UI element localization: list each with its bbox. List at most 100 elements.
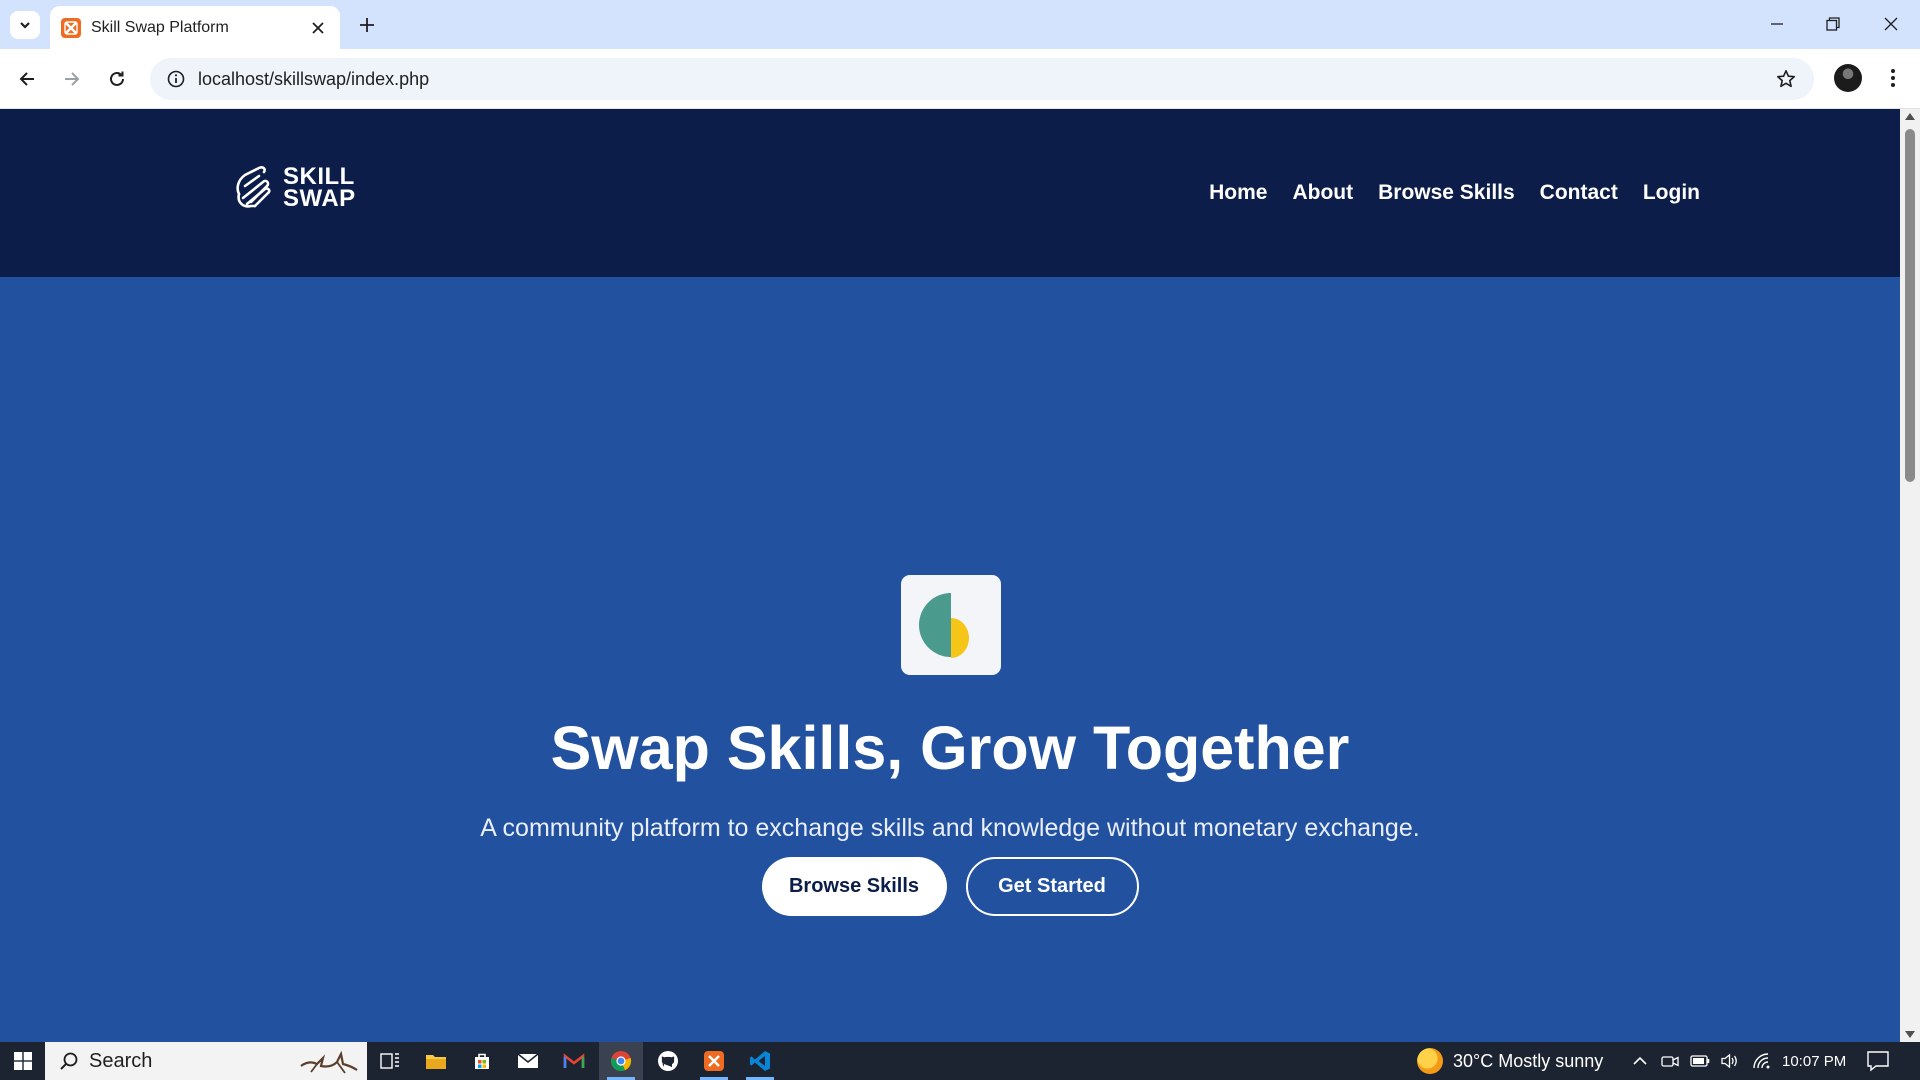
tab-search-button[interactable] bbox=[10, 11, 40, 39]
logo-line-2: SWAP bbox=[283, 185, 356, 212]
browser-toolbar: localhost/skillswap/index.php bbox=[0, 49, 1920, 109]
chevron-down-icon bbox=[20, 22, 30, 29]
scroll-down-arrow-icon[interactable] bbox=[1905, 1031, 1915, 1038]
nav-link-about[interactable]: About bbox=[1292, 181, 1353, 205]
logo-wordmark: SKILL SWAP bbox=[283, 165, 356, 212]
search-highlight-birds-icon bbox=[300, 1050, 358, 1074]
restore-button[interactable] bbox=[1810, 6, 1856, 42]
close-icon bbox=[312, 21, 324, 34]
weather-widget[interactable]: 30°C Mostly sunny bbox=[1417, 1042, 1603, 1080]
browser-tab-strip: Skill Swap Platform bbox=[0, 0, 1920, 49]
start-button[interactable] bbox=[0, 1042, 45, 1080]
hero-icon-right-half bbox=[951, 618, 969, 658]
minimize-button[interactable] bbox=[1754, 6, 1800, 42]
xampp-button[interactable] bbox=[692, 1042, 736, 1080]
screen: Skill Swap Platform localhost/skillswap/… bbox=[0, 0, 1920, 1080]
vscode-icon bbox=[750, 1051, 770, 1071]
plus-icon bbox=[360, 18, 374, 32]
windows-taskbar: Search 30°C Mostly sunny 10:07 PM bbox=[0, 1042, 1920, 1080]
chrome-button[interactable] bbox=[599, 1042, 643, 1080]
page-viewport: SKILL SWAP Home About Browse Skills Cont… bbox=[0, 109, 1900, 1042]
hero-cta-row: Browse Skills Get Started bbox=[0, 857, 1900, 916]
info-icon bbox=[167, 70, 185, 88]
minimize-icon bbox=[1771, 23, 1783, 25]
chrome-icon bbox=[611, 1051, 632, 1072]
volume-button[interactable] bbox=[1720, 1051, 1740, 1071]
tray-overflow-button[interactable] bbox=[1630, 1051, 1650, 1071]
site-header: SKILL SWAP Home About Browse Skills Cont… bbox=[0, 109, 1900, 277]
bookmark-button[interactable] bbox=[1766, 58, 1806, 100]
star-icon bbox=[1777, 70, 1795, 88]
site-info-button[interactable] bbox=[154, 58, 198, 100]
new-tab-button[interactable] bbox=[353, 11, 381, 39]
address-bar[interactable]: localhost/skillswap/index.php bbox=[150, 58, 1814, 100]
tab-title: Skill Swap Platform bbox=[91, 18, 229, 36]
chevron-up-icon bbox=[1633, 1056, 1647, 1065]
notification-icon bbox=[1867, 1051, 1889, 1072]
nav-link-login[interactable]: Login bbox=[1643, 181, 1700, 205]
skill-swap-icon bbox=[919, 593, 969, 658]
vscode-button[interactable] bbox=[738, 1042, 782, 1080]
mail-button[interactable] bbox=[506, 1042, 550, 1080]
hero-icon-left-half bbox=[919, 593, 951, 657]
arrow-right-icon bbox=[65, 72, 80, 86]
close-window-button[interactable] bbox=[1868, 6, 1914, 42]
xampp-favicon-icon bbox=[61, 17, 81, 38]
more-vertical-icon bbox=[1891, 69, 1895, 87]
clock-time: 10:07 PM bbox=[1782, 1052, 1847, 1070]
store-icon bbox=[475, 1053, 489, 1069]
github-icon bbox=[658, 1051, 678, 1071]
taskbar-search-box[interactable]: Search bbox=[45, 1042, 367, 1080]
tab-close-button[interactable] bbox=[306, 16, 330, 40]
restore-icon bbox=[1826, 17, 1840, 31]
xampp-icon bbox=[704, 1051, 724, 1071]
reload-icon bbox=[110, 71, 124, 86]
scrollbar-thumb[interactable] bbox=[1905, 129, 1915, 482]
reload-button[interactable] bbox=[100, 62, 134, 96]
nav-link-home[interactable]: Home bbox=[1209, 181, 1267, 205]
battery-button[interactable] bbox=[1690, 1051, 1710, 1071]
close-icon bbox=[1884, 17, 1898, 31]
browse-skills-button[interactable]: Browse Skills bbox=[761, 857, 947, 916]
hero-subtitle: A community platform to exchange skills … bbox=[480, 814, 1420, 842]
camera-icon bbox=[1661, 1056, 1679, 1067]
taskbar-clock[interactable]: 10:07 PM bbox=[1782, 1042, 1846, 1080]
file-explorer-icon bbox=[426, 1055, 446, 1069]
network-button[interactable] bbox=[1752, 1051, 1772, 1071]
get-started-button[interactable]: Get Started bbox=[965, 857, 1139, 916]
hero-icon-card bbox=[901, 575, 1001, 675]
forward-button[interactable] bbox=[55, 62, 89, 96]
page-scrollbar[interactable] bbox=[1900, 109, 1920, 1042]
hero-title: Swap Skills, Grow Together bbox=[550, 714, 1350, 782]
speaker-icon bbox=[1721, 1053, 1737, 1069]
notification-center-button[interactable] bbox=[1866, 1050, 1890, 1072]
browser-menu-button[interactable] bbox=[1880, 63, 1906, 93]
task-view-icon bbox=[380, 1053, 399, 1069]
store-button[interactable] bbox=[460, 1042, 504, 1080]
sunny-weather-icon bbox=[1417, 1048, 1443, 1074]
arrow-left-icon bbox=[19, 72, 34, 86]
weather-text: 30°C Mostly sunny bbox=[1453, 1050, 1604, 1071]
back-button[interactable] bbox=[10, 62, 44, 96]
gmail-button[interactable] bbox=[552, 1042, 596, 1080]
battery-icon bbox=[1690, 1055, 1710, 1067]
gmail-icon bbox=[563, 1053, 585, 1068]
browser-tab[interactable]: Skill Swap Platform bbox=[50, 6, 340, 49]
nav-link-browse-skills[interactable]: Browse Skills bbox=[1378, 181, 1515, 205]
url-text: localhost/skillswap/index.php bbox=[198, 68, 430, 89]
mail-icon bbox=[517, 1053, 539, 1068]
windows-logo-icon bbox=[13, 1052, 32, 1070]
profile-avatar[interactable] bbox=[1834, 64, 1862, 92]
taskbar-search-label: Search bbox=[89, 1049, 153, 1072]
handshake-logo-icon bbox=[236, 166, 271, 208]
wifi-icon bbox=[1753, 1053, 1770, 1069]
meet-now-button[interactable] bbox=[1660, 1051, 1680, 1071]
nav-link-contact[interactable]: Contact bbox=[1540, 181, 1618, 205]
github-button[interactable] bbox=[646, 1042, 690, 1080]
task-view-button[interactable] bbox=[368, 1042, 412, 1080]
file-explorer-button[interactable] bbox=[414, 1042, 458, 1080]
site-logo[interactable]: SKILL SWAP bbox=[233, 164, 356, 212]
scroll-up-arrow-icon[interactable] bbox=[1905, 113, 1915, 120]
main-nav: Home About Browse Skills Contact Login bbox=[1209, 181, 1700, 205]
search-icon bbox=[60, 1052, 78, 1070]
